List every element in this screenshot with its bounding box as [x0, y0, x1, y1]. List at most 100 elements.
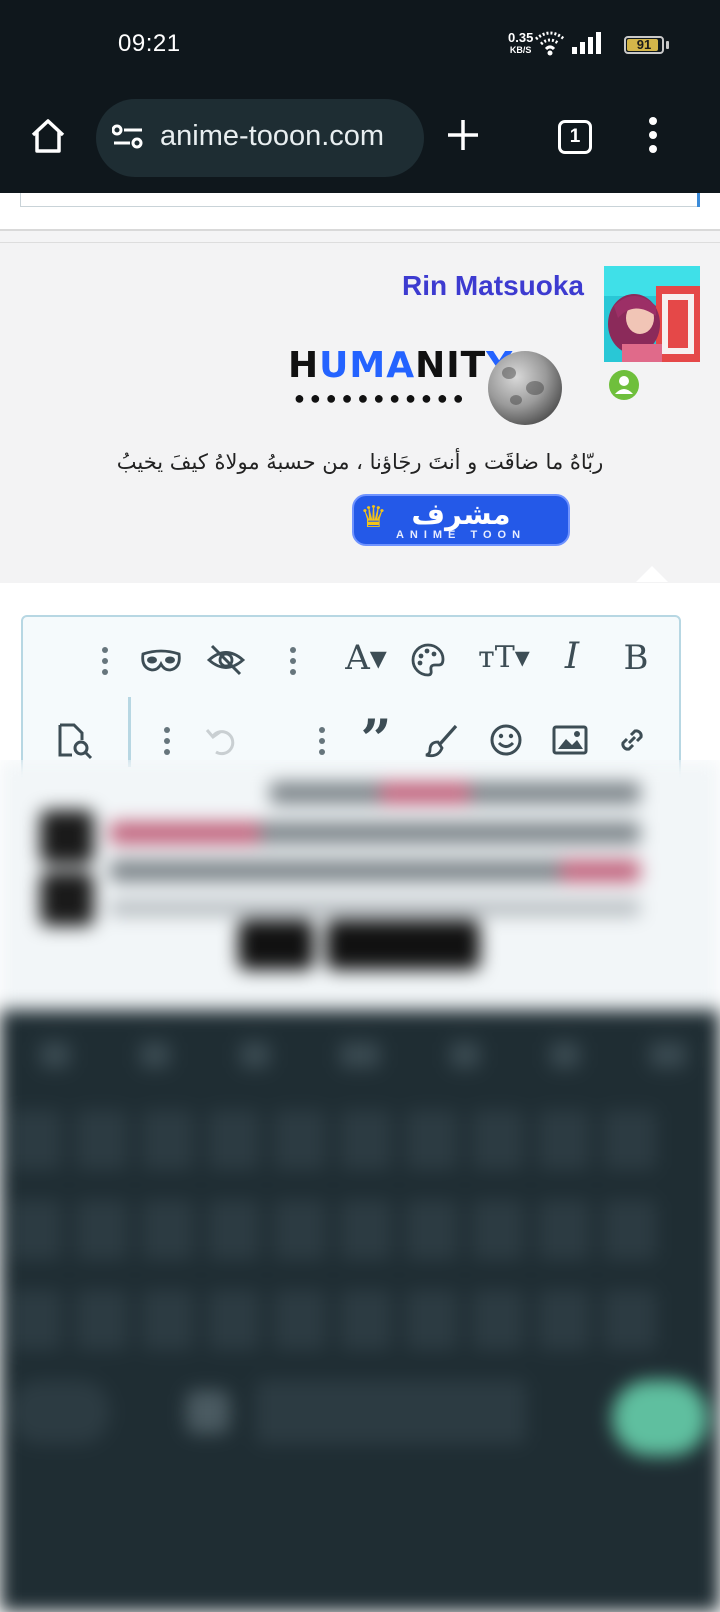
more-options-icon[interactable] [162, 726, 172, 756]
network-speed-unit: KB/S [509, 45, 532, 55]
hide-content-icon[interactable] [206, 642, 246, 678]
kb-toolbar-item [40, 1042, 70, 1068]
link-icon[interactable] [614, 722, 650, 758]
kb-toolbar-item [240, 1042, 270, 1068]
blurred-button [40, 872, 94, 926]
kb-toolbar-item [340, 1042, 380, 1068]
badge-sub: ANIME TOON [395, 529, 527, 541]
kb-key [208, 1200, 260, 1260]
text-size-icon[interactable]: ᴛT▾ [474, 640, 534, 675]
moon-crater [510, 395, 522, 405]
brush-icon[interactable] [424, 722, 460, 758]
kb-key [406, 1110, 458, 1170]
kb-key [472, 1200, 524, 1260]
kb-key [142, 1200, 194, 1260]
quote-icon[interactable]: ” [354, 712, 398, 766]
url-text[interactable]: anime-tooon.com [160, 120, 384, 153]
previous-post-box [20, 193, 700, 207]
blurred-button [238, 920, 314, 970]
overflow-menu-icon[interactable] [646, 116, 660, 154]
kb-key [340, 1110, 392, 1170]
wifi-icon [535, 31, 565, 56]
moderator-badge: ♛ مشرف ANIME TOON [352, 494, 570, 546]
battery-tip [666, 41, 669, 49]
kb-key [142, 1290, 194, 1350]
emoji-icon[interactable] [488, 722, 524, 758]
kb-key [604, 1110, 656, 1170]
blurred-line [110, 822, 260, 844]
kb-key [208, 1110, 260, 1170]
network-speed-value: 0.35 [508, 30, 534, 45]
new-tab-icon[interactable] [446, 118, 480, 152]
kb-key [604, 1200, 656, 1260]
post-username[interactable]: Rin Matsuoka [402, 270, 584, 302]
undo-icon[interactable] [204, 722, 240, 758]
kb-key [10, 1200, 62, 1260]
kb-key [406, 1200, 458, 1260]
signature-title-part: NIT [415, 345, 487, 386]
signal-icon [572, 32, 601, 54]
kb-key [538, 1290, 590, 1350]
blurred-button [326, 920, 480, 970]
toolbar-divider [128, 697, 131, 767]
post-pointer [636, 566, 668, 582]
kb-key [142, 1110, 194, 1170]
kb-key [208, 1290, 260, 1350]
network-speed: 0.35 KB/S [508, 30, 534, 56]
more-options-icon[interactable] [317, 726, 327, 756]
blurred-content [0, 760, 720, 1612]
kb-key [538, 1110, 590, 1170]
kb-key [76, 1200, 128, 1260]
site-settings-icon[interactable] [112, 123, 144, 151]
color-palette-icon[interactable] [410, 642, 446, 678]
kb-toolbar-item [140, 1042, 170, 1068]
moon-crater [502, 367, 516, 379]
signature-dots: ●●●●●●●●●●● [294, 388, 469, 408]
signature-title: HUMANITY [288, 345, 513, 386]
blurred-line [110, 900, 640, 916]
kb-key [186, 1390, 230, 1434]
scroll-accent [697, 193, 700, 207]
kb-spacebar [256, 1380, 526, 1444]
italic-icon[interactable]: I [554, 636, 590, 677]
user-icon [615, 376, 633, 394]
kb-toolbar-item [450, 1042, 480, 1068]
font-family-icon[interactable]: A▾ [338, 638, 394, 678]
keyboard [0, 1010, 720, 1612]
blurred-button [40, 810, 94, 864]
kb-key [604, 1290, 656, 1350]
battery-level: 91 [636, 37, 652, 52]
kb-toolbar-item [650, 1042, 686, 1068]
kb-key [10, 1380, 110, 1444]
signature-title-part: H [288, 345, 320, 386]
spoiler-mask-icon[interactable] [140, 646, 182, 676]
tab-switcher-icon[interactable]: 1 [558, 120, 592, 154]
avatar-image [604, 266, 700, 362]
moon-image [488, 351, 562, 425]
keyboard-suggestions [20, 1030, 700, 1080]
more-options-icon[interactable] [100, 646, 110, 676]
more-options-icon[interactable] [288, 646, 298, 676]
online-status-icon [609, 370, 639, 400]
status-time: 09:21 [118, 30, 181, 57]
bold-icon[interactable]: B [616, 638, 656, 678]
kb-key [274, 1200, 326, 1260]
kb-enter-key [612, 1380, 708, 1456]
home-icon[interactable] [28, 116, 68, 156]
preview-icon[interactable] [56, 722, 94, 760]
blurred-line [380, 782, 470, 804]
signature-title-part: UMA [319, 345, 416, 386]
avatar[interactable] [604, 266, 700, 362]
kb-key [76, 1290, 128, 1350]
image-icon[interactable] [552, 724, 588, 756]
kb-key [538, 1200, 590, 1260]
moon-crater [526, 381, 544, 395]
battery-icon: 91 [624, 36, 664, 54]
signature-text: ربّاهُ ما ضاقَت و أنتَ رجَاؤنا ، من حسبه… [116, 450, 604, 474]
kb-key [340, 1200, 392, 1260]
kb-key [340, 1290, 392, 1350]
kb-key [76, 1110, 128, 1170]
kb-key [406, 1290, 458, 1350]
kb-key [274, 1290, 326, 1350]
kb-key [472, 1110, 524, 1170]
